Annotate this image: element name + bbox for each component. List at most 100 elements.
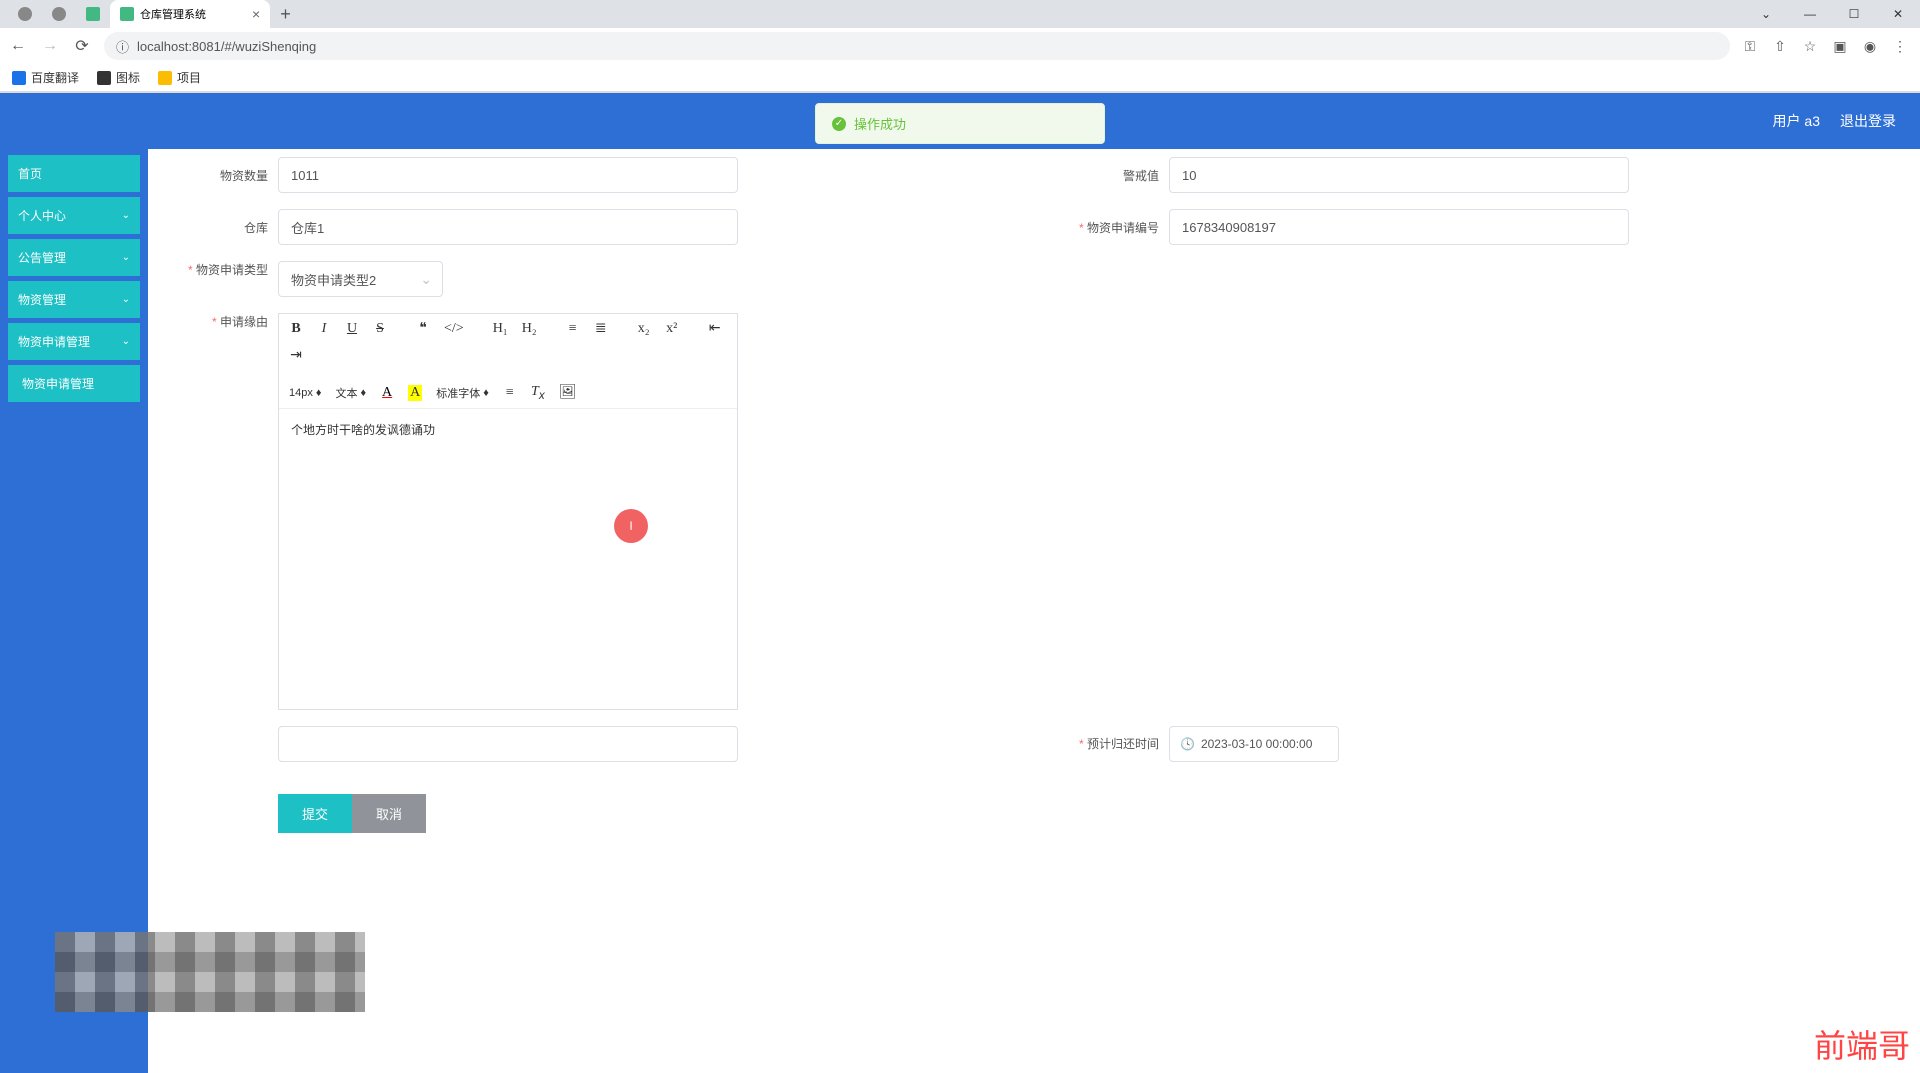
url-text: localhost:8081/#/wuziShenqing bbox=[137, 39, 316, 54]
h1-button[interactable]: H₁ bbox=[493, 321, 508, 337]
label-apply-no: 物资申请编号 bbox=[1059, 219, 1169, 236]
globe-icon bbox=[18, 7, 32, 21]
dropdown-icon[interactable]: ⌄ bbox=[1744, 0, 1788, 28]
fontfamily-select[interactable]: 标准字体 ♦ bbox=[436, 385, 489, 401]
row-return-time: 预计归还时间 🕓 2023-03-10 00:00:00 bbox=[1059, 726, 1900, 762]
bookmark-baidu[interactable]: 百度翻译 bbox=[12, 69, 79, 86]
subscript-button[interactable]: x₂ bbox=[637, 321, 651, 337]
separator bbox=[693, 322, 694, 336]
panel-icon[interactable]: ▣ bbox=[1832, 38, 1848, 54]
user-label[interactable]: 用户 a3 bbox=[1773, 111, 1820, 131]
code-button[interactable]: </> bbox=[444, 321, 464, 337]
chevron-icon: ♦ bbox=[483, 387, 489, 399]
maximize-button[interactable]: ☐ bbox=[1832, 0, 1876, 28]
clock-icon: 🕓 bbox=[1180, 737, 1195, 751]
chevron-down-icon: ⌄ bbox=[122, 252, 130, 263]
browser-tab-active[interactable]: 仓库管理系统 × bbox=[110, 0, 270, 28]
label-reason: 申请缘由 bbox=[168, 313, 278, 330]
indent-button[interactable]: ⇥ bbox=[289, 347, 303, 364]
input-threshold[interactable] bbox=[1169, 157, 1629, 193]
bold-button[interactable]: B bbox=[289, 321, 303, 337]
image-button[interactable]: 🖼 bbox=[559, 384, 577, 401]
sidebar-item-apply[interactable]: 物资申请管理⌄ bbox=[8, 323, 140, 360]
profile-icon[interactable]: ◉ bbox=[1862, 38, 1878, 54]
quote-button[interactable]: ❝ bbox=[416, 320, 430, 337]
separator bbox=[622, 322, 623, 336]
success-toast: ✓ 操作成功 bbox=[815, 103, 1105, 144]
share-icon[interactable]: ⇧ bbox=[1772, 38, 1788, 54]
sidebar-item-home[interactable]: 首页 bbox=[8, 155, 140, 192]
select-apply-type[interactable]: 物资申请类型2 bbox=[278, 261, 443, 297]
label-warehouse: 仓库 bbox=[168, 219, 278, 236]
submit-button[interactable]: 提交 bbox=[278, 794, 352, 833]
back-button[interactable]: ← bbox=[8, 37, 28, 55]
nav-bar: ← → ⟳ ⓘ localhost:8081/#/wuziShenqing ⚿ … bbox=[0, 28, 1920, 64]
sidebar-item-apply-sub[interactable]: 物资申请管理 bbox=[8, 365, 140, 402]
textcolor-button[interactable]: A bbox=[380, 385, 394, 401]
input-empty[interactable] bbox=[278, 726, 738, 762]
bookmark-icons[interactable]: 图标 bbox=[97, 69, 140, 86]
bookmark-project[interactable]: 项目 bbox=[158, 69, 201, 86]
reload-button[interactable]: ⟳ bbox=[72, 36, 92, 56]
label-return-time: 预计归还时间 bbox=[1059, 735, 1169, 752]
h2-button[interactable]: H₂ bbox=[522, 321, 537, 337]
row-apply-no: 物资申请编号 bbox=[1059, 209, 1900, 245]
italic-button[interactable]: I bbox=[317, 321, 331, 337]
chevron-down-icon: ⌄ bbox=[122, 294, 130, 305]
clearformat-button[interactable]: Tx bbox=[531, 384, 545, 402]
minimize-button[interactable]: — bbox=[1788, 0, 1832, 28]
bookmark-bar: 百度翻译 图标 项目 bbox=[0, 64, 1920, 92]
browser-tab-2[interactable] bbox=[76, 0, 110, 28]
toast-message: 操作成功 bbox=[854, 114, 906, 133]
chevron-down-icon: ⌄ bbox=[122, 210, 130, 221]
tab-icon bbox=[52, 7, 66, 21]
input-warehouse[interactable] bbox=[278, 209, 738, 245]
url-actions: ⚿ ⇧ ☆ ▣ ◉ ⋮ bbox=[1742, 38, 1912, 54]
new-tab-button[interactable]: + bbox=[270, 4, 301, 25]
info-icon: ⓘ bbox=[116, 37, 129, 56]
row-buttons: 提交 取消 bbox=[168, 778, 1900, 833]
forward-button[interactable]: → bbox=[40, 37, 60, 55]
fontsize-select[interactable]: 14px ♦ bbox=[289, 387, 321, 399]
superscript-button[interactable]: x² bbox=[665, 321, 679, 337]
separator bbox=[401, 322, 402, 336]
row-reason: 申请缘由 B I U S ❝ </> H₁ H₂ ≡ bbox=[168, 313, 1900, 710]
url-bar[interactable]: ⓘ localhost:8081/#/wuziShenqing bbox=[104, 32, 1730, 60]
texttype-select[interactable]: 文本 ♦ bbox=[335, 385, 366, 401]
sidebar-item-material[interactable]: 物资管理⌄ bbox=[8, 281, 140, 318]
input-apply-no[interactable] bbox=[1169, 209, 1629, 245]
star-icon[interactable]: ☆ bbox=[1802, 38, 1818, 54]
logout-button[interactable]: 退出登录 bbox=[1840, 111, 1896, 131]
ul-button[interactable]: ≣ bbox=[594, 320, 608, 337]
input-return-time[interactable]: 🕓 2023-03-10 00:00:00 bbox=[1169, 726, 1339, 762]
ol-button[interactable]: ≡ bbox=[566, 321, 580, 337]
cancel-button[interactable]: 取消 bbox=[352, 794, 426, 833]
close-button[interactable]: ✕ bbox=[1876, 0, 1920, 28]
watermark: 前端哥 bbox=[1814, 1021, 1910, 1067]
menu-icon[interactable]: ⋮ bbox=[1892, 38, 1908, 54]
underline-button[interactable]: U bbox=[345, 321, 359, 337]
chevron-icon: ♦ bbox=[316, 387, 322, 399]
browser-tab-1[interactable] bbox=[42, 0, 76, 28]
input-quantity[interactable] bbox=[278, 157, 738, 193]
tab-strip: 仓库管理系统 × + ⌄ — ☐ ✕ bbox=[0, 0, 1920, 28]
bookmark-icon bbox=[97, 71, 111, 85]
check-icon: ✓ bbox=[832, 117, 846, 131]
strike-button[interactable]: S bbox=[373, 321, 387, 337]
vue-icon bbox=[86, 7, 100, 21]
row-warehouse: 仓库 bbox=[168, 209, 1009, 245]
outdent-button[interactable]: ⇤ bbox=[708, 320, 722, 337]
separator bbox=[551, 322, 552, 336]
bgcolor-button[interactable]: A bbox=[408, 385, 422, 401]
app-header: ✓ 操作成功 用户 a3 退出登录 bbox=[0, 93, 1920, 149]
bookmark-icon bbox=[12, 71, 26, 85]
close-icon[interactable]: × bbox=[252, 6, 260, 22]
browser-tab-0[interactable] bbox=[8, 0, 42, 28]
key-icon[interactable]: ⚿ bbox=[1742, 38, 1758, 54]
sidebar-item-personal[interactable]: 个人中心⌄ bbox=[8, 197, 140, 234]
editor-body[interactable]: 个地方时干啥的发讽德诵功 I bbox=[279, 409, 737, 709]
cursor-indicator: I bbox=[614, 509, 648, 543]
sidebar-item-notice[interactable]: 公告管理⌄ bbox=[8, 239, 140, 276]
content: 物资数量 警戒值 仓库 物资申请编号 物资申请类型 物资申请类型2 申请缘由 bbox=[148, 149, 1920, 1073]
align-button[interactable]: ≡ bbox=[503, 385, 517, 401]
